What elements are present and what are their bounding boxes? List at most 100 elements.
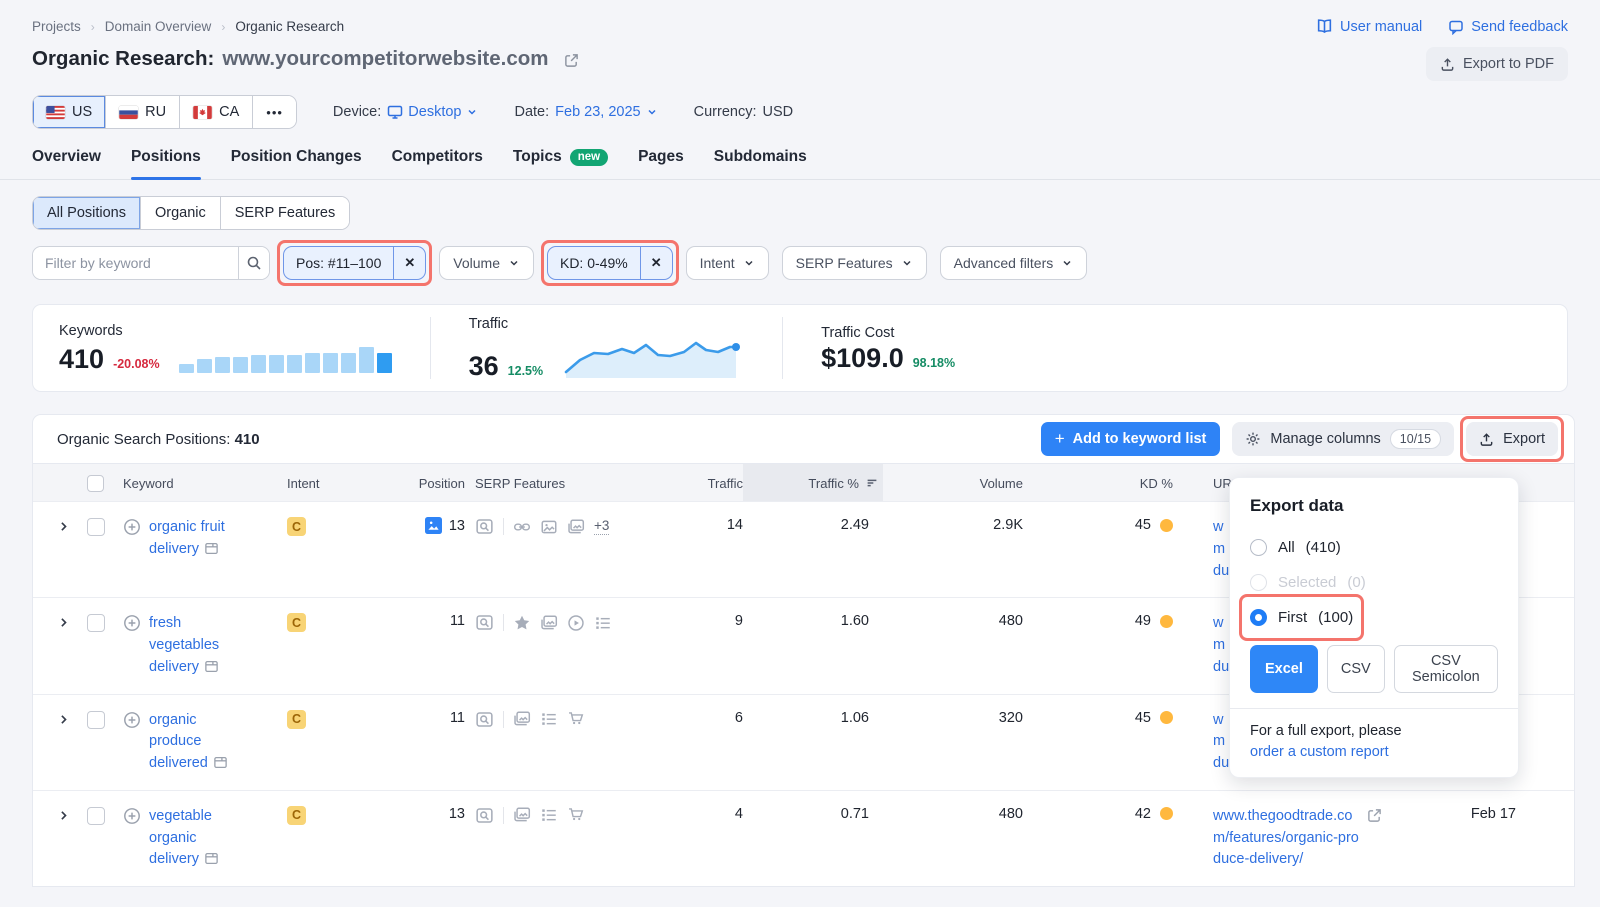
country-tab-ca[interactable]: CA — [180, 96, 253, 128]
row-checkbox[interactable] — [87, 518, 105, 536]
breadcrumb-domain-overview[interactable]: Domain Overview — [105, 19, 212, 34]
volume-filter-dropdown[interactable]: Volume — [439, 246, 534, 280]
column-header-kd[interactable]: KD % — [1023, 464, 1173, 502]
keyword-link[interactable]: vegetable organic delivery — [149, 806, 245, 871]
expand-row-chevron-icon[interactable] — [57, 616, 70, 629]
add-keyword-icon[interactable] — [123, 614, 141, 632]
intent-filter-dropdown[interactable]: Intent — [686, 246, 769, 280]
more-serp-features[interactable]: +3 — [594, 518, 609, 535]
more-countries-button[interactable]: ••• — [253, 96, 296, 128]
row-checkbox[interactable] — [87, 614, 105, 632]
column-header-position[interactable]: Position — [373, 464, 465, 502]
manage-columns-button[interactable]: Manage columns 10/15 — [1232, 422, 1454, 456]
image-stack-serp-feature-icon[interactable] — [513, 806, 531, 824]
tab-positions[interactable]: Positions — [131, 148, 201, 179]
kd-filter-close-icon[interactable]: ✕ — [640, 247, 672, 279]
pos-filter-label[interactable]: Pos: #11–100 — [284, 247, 393, 279]
subtab-all-positions[interactable]: All Positions — [33, 197, 141, 229]
column-header-volume[interactable]: Volume — [883, 464, 1023, 502]
search-input[interactable] — [33, 247, 238, 279]
keyword-link[interactable]: organic produce delivered — [149, 710, 245, 775]
link-serp-feature-icon[interactable] — [513, 518, 531, 536]
expand-row-chevron-icon[interactable] — [57, 809, 70, 822]
list-serp-feature-icon[interactable] — [594, 614, 612, 632]
list-serp-feature-icon[interactable] — [540, 806, 558, 824]
column-header-intent[interactable]: Intent — [287, 464, 373, 502]
serp-preview-icon[interactable] — [475, 710, 494, 729]
add-keyword-icon[interactable] — [123, 807, 141, 825]
export-button[interactable]: Export — [1466, 422, 1558, 456]
country-tab-ru[interactable]: RU — [106, 96, 180, 128]
intent-badge-commercial[interactable]: C — [287, 613, 306, 632]
tab-pages[interactable]: Pages — [638, 148, 684, 179]
export-excel-button[interactable]: Excel — [1250, 645, 1318, 693]
pos-filter-chip: Pos: #11–100 ✕ — [283, 246, 426, 280]
breadcrumb-projects[interactable]: Projects — [32, 19, 81, 34]
serp-preview-icon[interactable] — [475, 613, 494, 632]
custom-report-link[interactable]: order a custom report — [1250, 744, 1389, 760]
keyword-link[interactable]: fresh vegetables delivery — [149, 613, 245, 678]
cart-serp-feature-icon[interactable] — [567, 710, 585, 728]
tab-overview[interactable]: Overview — [32, 148, 101, 179]
add-to-keyword-list-button[interactable]: + Add to keyword list — [1041, 422, 1221, 456]
external-link-icon[interactable] — [564, 53, 579, 68]
expand-row-chevron-icon[interactable] — [57, 520, 70, 533]
serp-snapshot-icon[interactable] — [204, 541, 219, 556]
video-serp-feature-icon[interactable] — [567, 614, 585, 632]
image-stack-serp-feature-icon[interactable] — [513, 710, 531, 728]
result-url-link[interactable]: w m du — [1213, 613, 1229, 678]
serp-preview-icon[interactable] — [475, 806, 494, 825]
add-keyword-icon[interactable] — [123, 711, 141, 729]
star-serp-feature-icon[interactable] — [513, 614, 531, 632]
tab-competitors[interactable]: Competitors — [392, 148, 483, 179]
serp-preview-icon[interactable] — [475, 517, 494, 536]
select-all-checkbox[interactable] — [87, 475, 104, 492]
column-header-traffic-pct[interactable]: Traffic % — [743, 464, 883, 502]
image-stack-serp-feature-icon[interactable] — [540, 614, 558, 632]
intent-badge-commercial[interactable]: C — [287, 806, 306, 825]
intent-badge-commercial[interactable]: C — [287, 517, 306, 536]
image-stack-serp-feature-icon[interactable] — [567, 518, 585, 536]
tab-subdomains[interactable]: Subdomains — [714, 148, 807, 179]
send-feedback-link[interactable]: Send feedback — [1448, 19, 1568, 35]
row-checkbox[interactable] — [87, 807, 105, 825]
serp-features-filter-dropdown[interactable]: SERP Features — [782, 246, 927, 280]
country-tab-us[interactable]: US — [33, 96, 106, 128]
intent-badge-commercial[interactable]: C — [287, 710, 306, 729]
radio-unselected-icon[interactable] — [1250, 539, 1267, 556]
pos-filter-close-icon[interactable]: ✕ — [393, 247, 425, 279]
serp-snapshot-icon[interactable] — [204, 851, 219, 866]
subtab-serp-features[interactable]: SERP Features — [221, 197, 349, 229]
advanced-filters-dropdown[interactable]: Advanced filters — [940, 246, 1088, 280]
export-option-first[interactable]: First (100) — [1250, 609, 1353, 626]
radio-selected-icon[interactable] — [1250, 609, 1267, 626]
keyword-link[interactable]: organic fruit delivery — [149, 517, 245, 561]
serp-snapshot-icon[interactable] — [213, 755, 228, 770]
external-link-icon[interactable] — [1367, 808, 1382, 823]
list-serp-feature-icon[interactable] — [540, 710, 558, 728]
export-csv-button[interactable]: CSV — [1327, 645, 1385, 693]
device-dropdown[interactable]: Desktop — [387, 104, 478, 120]
row-checkbox[interactable] — [87, 711, 105, 729]
user-manual-link[interactable]: User manual — [1316, 18, 1422, 35]
expand-row-chevron-icon[interactable] — [57, 713, 70, 726]
export-csv-semicolon-button[interactable]: CSV Semicolon — [1394, 645, 1498, 693]
result-url-link[interactable]: w m du — [1213, 517, 1229, 582]
search-button[interactable] — [238, 247, 269, 279]
column-header-serp-features[interactable]: SERP Features — [465, 464, 633, 502]
tab-position-changes[interactable]: Position Changes — [231, 148, 362, 179]
kd-filter-label[interactable]: KD: 0-49% — [548, 247, 640, 279]
add-keyword-icon[interactable] — [123, 518, 141, 536]
serp-snapshot-icon[interactable] — [204, 659, 219, 674]
export-option-all[interactable]: All (410) — [1250, 539, 1341, 556]
column-header-keyword[interactable]: Keyword — [123, 464, 287, 502]
date-dropdown[interactable]: Feb 23, 2025 — [555, 104, 657, 120]
subtab-organic[interactable]: Organic — [141, 197, 221, 229]
cart-serp-feature-icon[interactable] — [567, 806, 585, 824]
tab-topics[interactable]: Topicsnew — [513, 148, 608, 179]
column-header-traffic[interactable]: Traffic — [633, 464, 743, 502]
image-serp-feature-icon[interactable] — [540, 518, 558, 536]
export-to-pdf-button[interactable]: Export to PDF — [1426, 47, 1568, 81]
result-url-link[interactable]: www.thegoodtrade.co m/features/organic-p… — [1213, 806, 1359, 871]
traffic-value: 36 — [469, 353, 499, 380]
